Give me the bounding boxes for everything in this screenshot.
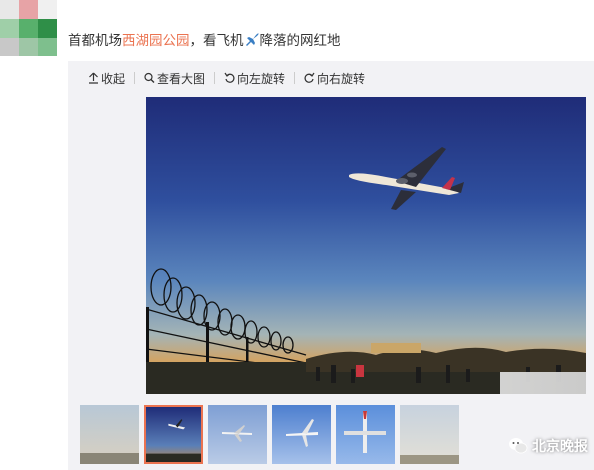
view-large-label: 查看大图 <box>157 71 206 86</box>
rotate-right-button[interactable]: 向右旋转 <box>304 70 365 87</box>
watermark-label: 北京晚报 <box>532 439 588 455</box>
airplane-emoji-icon <box>243 32 260 48</box>
wechat-icon <box>509 438 528 454</box>
thumbnail-4[interactable] <box>272 405 331 464</box>
rotate-left-label: 向左旋转 <box>237 71 286 86</box>
rotate-left-button[interactable]: 向左旋转 <box>224 70 285 87</box>
post-text-start: 首都机场 <box>68 33 122 49</box>
collapse-icon <box>89 72 98 84</box>
avatar[interactable] <box>0 0 57 56</box>
thumbnail-strip <box>80 405 459 464</box>
watermark: 北京晚报 <box>508 436 588 456</box>
collapse-label: 收起 <box>101 71 126 86</box>
post-text: 首都机场西湖园公园，看飞机 降落的网红地 <box>68 32 341 50</box>
rotate-right-label: 向右旋转 <box>317 71 366 86</box>
image-toolbar: 收起 查看大图 向左旋转 向右旋转 <box>88 69 365 87</box>
thumbnail-6[interactable] <box>400 405 459 464</box>
toolbar-divider <box>134 72 136 84</box>
main-photo[interactable] <box>146 97 586 394</box>
post-text-end: 降落的网红地 <box>259 33 341 49</box>
location-link[interactable]: 西湖园公园 <box>122 33 190 49</box>
media-viewer: 收起 查看大图 向左旋转 向右旋转 北京晚报 <box>68 61 594 470</box>
toolbar-divider <box>214 72 216 84</box>
rotate-right-icon <box>304 72 315 83</box>
post-text-middle: ，看飞机 <box>189 33 244 49</box>
search-icon <box>144 72 155 83</box>
toolbar-divider <box>294 72 296 84</box>
thumbnail-5[interactable] <box>336 405 395 464</box>
thumbnail-3[interactable] <box>208 405 267 464</box>
collapse-button[interactable]: 收起 <box>88 70 125 87</box>
rotate-left-icon <box>224 72 235 83</box>
thumbnail-1[interactable] <box>80 405 139 464</box>
blurred-region <box>500 372 586 394</box>
view-large-button[interactable]: 查看大图 <box>144 70 205 87</box>
thumbnail-2[interactable] <box>144 405 203 464</box>
